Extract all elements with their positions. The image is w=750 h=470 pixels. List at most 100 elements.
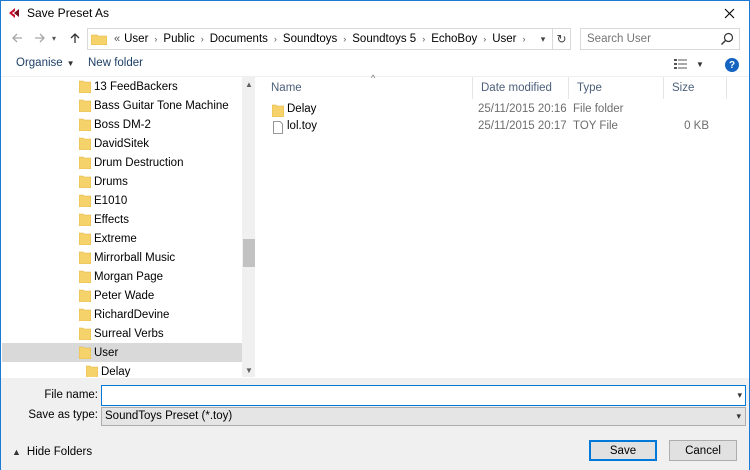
folder-icon xyxy=(86,365,98,377)
close-icon xyxy=(724,8,734,19)
breadcrumb-item[interactable]: User xyxy=(492,33,516,45)
tree-item-label: DavidSitek xyxy=(94,137,149,150)
column-header-size[interactable]: Size xyxy=(664,77,727,99)
tree-item-label: RichardDevine xyxy=(94,308,170,321)
save-as-type-select[interactable]: SoundToys Preset (*.toy) ▾ xyxy=(101,407,746,426)
breadcrumb-separator-icon[interactable]: › xyxy=(523,34,526,44)
breadcrumb: User › Public › Documents › Soundtoys › Soundtoy… xyxy=(124,33,531,45)
breadcrumb-separator-icon[interactable]: › xyxy=(422,34,425,44)
back-arrow-icon xyxy=(12,33,22,43)
column-header-type[interactable]: Type xyxy=(569,77,664,99)
tree-item[interactable]: Delay xyxy=(2,362,242,377)
column-date-label: Date modified xyxy=(481,82,552,94)
breadcrumb-item[interactable]: Documents xyxy=(210,33,268,45)
file-name-cell: Delay xyxy=(287,103,317,115)
recent-locations-button[interactable]: ▾ xyxy=(48,28,60,48)
tree-item[interactable]: Bass Guitar Tone Machine xyxy=(2,96,242,115)
column-name-label: Name xyxy=(271,82,302,94)
folder-icon xyxy=(79,118,91,131)
breadcrumb-item[interactable]: User xyxy=(124,33,148,45)
search-input[interactable] xyxy=(581,29,716,49)
tree-item[interactable]: Surreal Verbs xyxy=(2,324,242,343)
file-type-cell: TOY File xyxy=(573,120,618,132)
title-bar: Save Preset As xyxy=(1,1,749,26)
folder-icon xyxy=(79,251,91,264)
file-name-combobox[interactable]: ▾ xyxy=(101,385,746,406)
file-list: Name ^ Date modified Type Size Delay 25/1… xyxy=(257,73,749,377)
scroll-up-button[interactable]: ▲ xyxy=(242,77,255,91)
file-name-cell: lol.toy xyxy=(287,120,318,132)
breadcrumb-separator-icon[interactable]: › xyxy=(274,34,277,44)
file-date-cell: 25/11/2015 20:16 xyxy=(478,103,567,115)
up-button[interactable] xyxy=(65,28,85,48)
tree-item[interactable]: RichardDevine xyxy=(2,305,242,324)
save-button[interactable]: Save xyxy=(589,440,657,461)
column-header-name[interactable]: Name ^ xyxy=(263,73,473,99)
navigation-pane: 13 FeedBackers Bass Guitar Tone Machine Bo… xyxy=(2,77,255,377)
tree-item-label: Drum Destruction xyxy=(94,156,184,169)
hide-folders-button[interactable]: ▲ Hide Folders xyxy=(12,446,92,458)
tree-item-label: Boss DM-2 xyxy=(94,118,151,131)
tree-item-label: Peter Wade xyxy=(94,289,155,302)
folder-icon xyxy=(79,213,91,226)
column-header-date[interactable]: Date modified xyxy=(473,77,569,99)
scrollbar-thumb[interactable] xyxy=(243,239,255,267)
organise-button[interactable]: Organise ▼ xyxy=(16,57,75,69)
tree-item[interactable]: Drums xyxy=(2,172,242,191)
forward-button[interactable] xyxy=(30,28,50,48)
tree-item[interactable]: Mirrorball Music xyxy=(2,248,242,267)
change-view-button[interactable]: ▼ xyxy=(674,58,704,70)
tree-item[interactable]: Drum Destruction xyxy=(2,153,242,172)
address-bar[interactable]: « User › Public › Documents › Soundtoys › Soundt… xyxy=(87,28,571,50)
file-date-cell: 25/11/2015 20:17 xyxy=(478,120,567,132)
tree-item[interactable]: Extreme xyxy=(2,229,242,248)
tree-item[interactable]: 13 FeedBackers xyxy=(2,77,242,96)
file-row[interactable]: lol.toy 25/11/2015 20:17 TOY File 0 KB xyxy=(257,119,737,136)
path-overflow-icon[interactable]: « xyxy=(114,33,120,45)
tree-item-label: Extreme xyxy=(94,232,137,245)
breadcrumb-separator-icon[interactable]: › xyxy=(154,34,157,44)
cancel-button[interactable]: Cancel xyxy=(669,440,737,461)
breadcrumb-item[interactable]: Public xyxy=(163,33,194,45)
tree-item-label: Mirrorball Music xyxy=(94,251,176,264)
hide-folders-label: Hide Folders xyxy=(26,446,93,458)
navigation-scrollbar[interactable]: ▲ ▼ xyxy=(242,77,255,377)
folder-icon xyxy=(272,104,284,117)
scroll-down-button[interactable]: ▼ xyxy=(242,363,255,377)
tree-item[interactable]: Peter Wade xyxy=(2,286,242,305)
close-button[interactable] xyxy=(709,1,749,26)
new-folder-button[interactable]: New folder xyxy=(88,57,143,69)
tree-item[interactable]: DavidSitek xyxy=(2,134,242,153)
save-dialog: Save Preset As ▾ « User › Public › Documents… xyxy=(0,0,750,470)
tree-item[interactable]: Effects xyxy=(2,210,242,229)
folder-icon xyxy=(79,80,91,93)
search-box[interactable] xyxy=(580,28,740,50)
folder-icon xyxy=(79,308,91,321)
folder-icon xyxy=(79,156,91,169)
tree-item[interactable]: Morgan Page xyxy=(2,267,242,286)
chevron-down-icon[interactable]: ▾ xyxy=(737,390,742,401)
breadcrumb-item[interactable]: Soundtoys xyxy=(283,33,337,45)
tree-item-label: Effects xyxy=(94,213,129,226)
tree-item[interactable]: User xyxy=(2,343,242,362)
folder-icon xyxy=(79,137,91,150)
refresh-button[interactable]: ↻ xyxy=(552,29,570,49)
folder-icon xyxy=(79,175,91,188)
breadcrumb-item[interactable]: Soundtoys 5 xyxy=(352,33,416,45)
file-row[interactable]: Delay 25/11/2015 20:16 File folder xyxy=(257,102,737,119)
folder-icon xyxy=(91,34,107,45)
tree-item[interactable]: E1010 xyxy=(2,191,242,210)
breadcrumb-separator-icon[interactable]: › xyxy=(201,34,204,44)
tree-item[interactable]: Boss DM-2 xyxy=(2,115,242,134)
help-button[interactable]: ? xyxy=(725,58,739,72)
file-size-cell: 0 KB xyxy=(684,120,709,132)
file-name-input[interactable] xyxy=(102,386,722,405)
address-dropdown-button[interactable]: ▾ xyxy=(534,29,552,49)
search-icon xyxy=(721,32,734,45)
breadcrumb-separator-icon[interactable]: › xyxy=(483,34,486,44)
breadcrumb-separator-icon[interactable]: › xyxy=(343,34,346,44)
folder-icon xyxy=(79,346,91,359)
save-button-label: Save xyxy=(609,444,637,457)
breadcrumb-item[interactable]: EchoBoy xyxy=(431,33,477,45)
back-button[interactable] xyxy=(7,28,27,48)
